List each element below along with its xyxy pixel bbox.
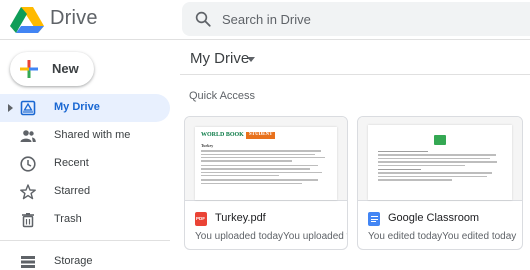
file-activity: You uploaded todayYou uploaded t [195, 231, 348, 242]
sidebar-item-label: Shared with me [54, 129, 131, 141]
file-activity: You edited todayYou edited today [368, 231, 517, 242]
file-card-turkey[interactable]: WORLD BOOK STUDENT Turkey PDF Turkey.pdf… [184, 116, 348, 250]
world-book-banner: WORLD BOOK STUDENT [201, 131, 331, 140]
top-bar: Drive [0, 0, 530, 40]
new-button-label: New [52, 61, 79, 76]
search-bar[interactable] [182, 2, 530, 36]
sidebar-item-label: Trash [54, 213, 82, 225]
drive-logo-icon[interactable] [10, 6, 44, 34]
sidebar-item-label: Storage [54, 255, 93, 267]
sidebar-item-starred[interactable]: Starred [0, 178, 170, 206]
sidebar-item-recent[interactable]: Recent [0, 150, 170, 178]
clock-icon [20, 156, 36, 172]
sidebar-item-trash[interactable]: Trash [0, 206, 170, 234]
file-name: Google Classroom [388, 212, 480, 224]
doc-icon [368, 212, 380, 226]
pdf-icon: PDF [195, 212, 207, 226]
search-icon[interactable] [194, 10, 212, 28]
new-button[interactable]: New [10, 52, 94, 86]
app-name[interactable]: Drive [50, 7, 98, 30]
sidebar-item-my-drive[interactable]: My Drive [0, 94, 170, 122]
sidebar-item-label: Recent [54, 157, 89, 169]
storage-icon [21, 256, 35, 268]
pdf-preview: WORLD BOOK STUDENT Turkey [195, 127, 337, 200]
file-card-google-classroom[interactable]: Google Classroom You edited todayYou edi… [357, 116, 523, 250]
chevron-down-icon[interactable] [247, 57, 255, 62]
doc-preview [368, 125, 512, 200]
page-title[interactable]: My Drive [190, 50, 249, 67]
expand-caret-icon[interactable] [8, 104, 13, 112]
trash-icon [22, 213, 34, 228]
sidebar-item-label: My Drive [54, 101, 100, 113]
file-name: Turkey.pdf [215, 212, 266, 224]
sidebar-item-shared[interactable]: Shared with me [0, 122, 170, 150]
plus-icon [20, 60, 38, 78]
star-icon [20, 184, 36, 200]
sidebar-item-storage[interactable]: Storage [0, 248, 170, 270]
sidebar-item-label: Starred [54, 185, 91, 197]
main-divider [180, 74, 530, 75]
my-drive-icon [20, 100, 36, 116]
file-thumbnail [358, 117, 522, 201]
sidebar-divider [0, 240, 170, 241]
people-icon [20, 130, 36, 142]
search-input[interactable] [222, 2, 522, 36]
file-thumbnail: WORLD BOOK STUDENT Turkey [185, 117, 347, 201]
section-heading: Quick Access [189, 90, 256, 102]
classroom-logo-icon [434, 135, 446, 145]
